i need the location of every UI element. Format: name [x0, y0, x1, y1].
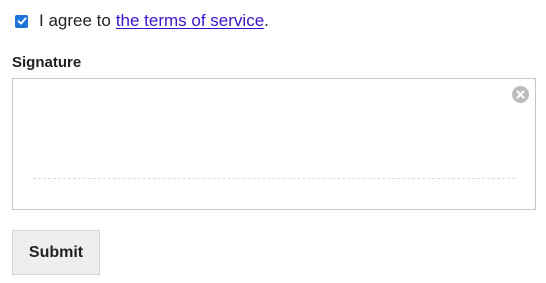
clear-signature-button[interactable] — [512, 86, 529, 103]
submit-button[interactable]: Submit — [12, 230, 100, 275]
agreement-text: I agree to — [39, 11, 111, 30]
signature-pad[interactable] — [12, 78, 536, 210]
close-icon — [516, 90, 525, 99]
signature-label: Signature — [12, 54, 82, 71]
terms-agreement-row: I agree to the terms of service . — [15, 9, 269, 33]
terms-of-service-link[interactable]: the terms of service — [116, 11, 264, 31]
checkmark-icon — [17, 17, 26, 25]
signature-baseline — [33, 178, 515, 179]
agreement-suffix: . — [264, 11, 269, 30]
terms-checkbox[interactable] — [15, 14, 28, 28]
